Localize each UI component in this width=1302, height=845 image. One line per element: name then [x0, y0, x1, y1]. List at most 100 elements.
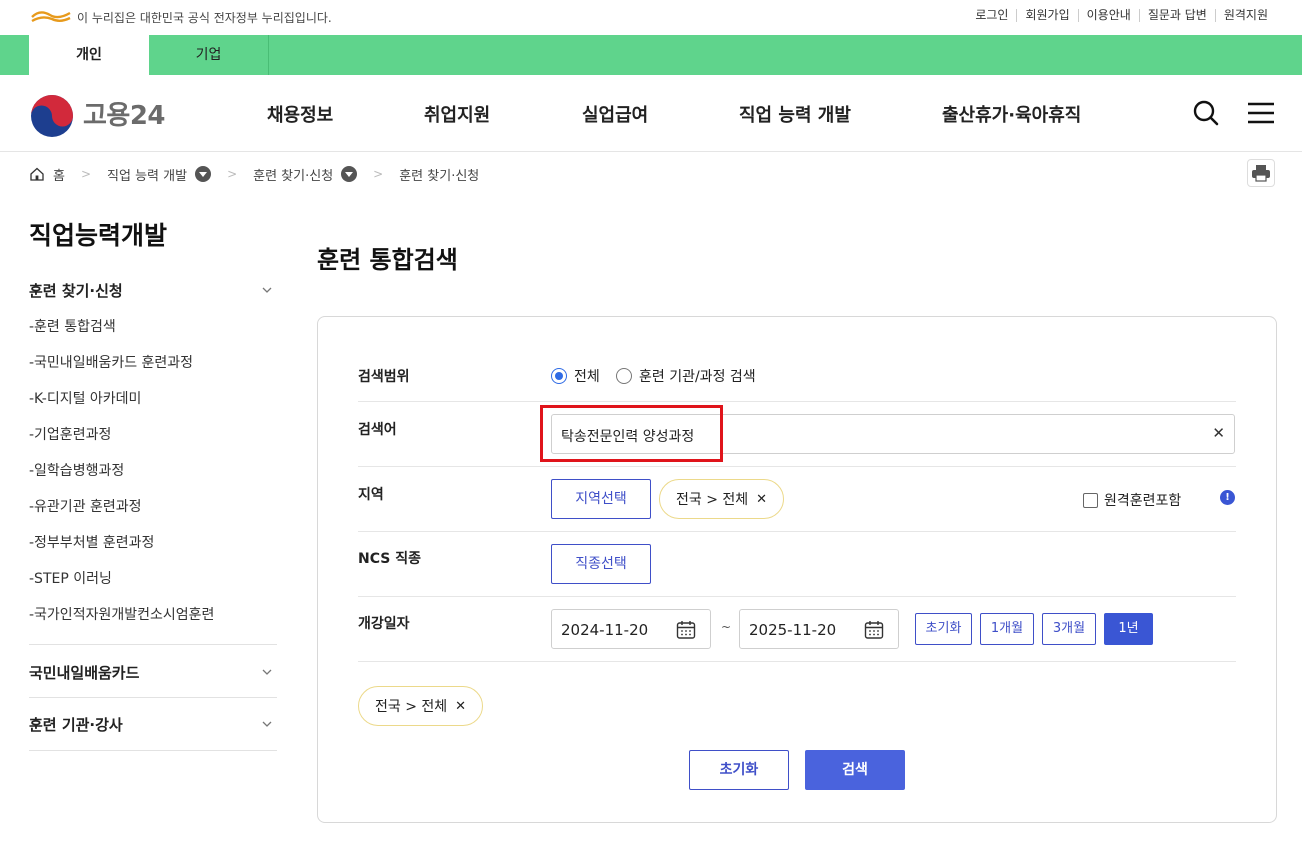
date-range-separator: ~ — [721, 620, 732, 634]
date-from-value: 2024-11-20 — [561, 621, 649, 639]
search-panel — [317, 316, 1277, 823]
highlight-box — [540, 405, 723, 462]
sidebar-item-work-study[interactable]: -일학습병행과정 — [29, 460, 124, 480]
scope-all-label: 전체 — [574, 369, 600, 385]
info-icon[interactable]: ! — [1220, 490, 1235, 505]
breadcrumb-current: 훈련 찾기·신청 — [399, 168, 480, 184]
row-divider — [358, 596, 1236, 597]
search-scope-label: 검색범위 — [358, 369, 410, 385]
nav-jobs[interactable]: 채용정보 — [267, 101, 333, 127]
guide-link[interactable]: 이용안내 — [1077, 9, 1139, 22]
period-1month-button[interactable]: 1개월 — [980, 613, 1034, 645]
nav-vocational-training[interactable]: 직업 능력 개발 — [739, 101, 851, 127]
breadcrumb-separator: > — [80, 167, 92, 181]
signup-link[interactable]: 회원가입 — [1016, 9, 1077, 22]
remote-training-checkbox[interactable]: 원격훈련포함 — [1083, 490, 1181, 510]
sidebar-item-naeil-card-course[interactable]: -국민내일배움카드 훈련과정 — [29, 352, 193, 372]
gov-notice-text: 이 누리집은 대한민국 공식 전자정부 누리집입니다. — [77, 11, 332, 25]
sidebar-item-integrated-search[interactable]: -훈련 통합검색 — [29, 316, 116, 336]
sidebar-item-affiliated-agency[interactable]: -유관기관 훈련과정 — [29, 496, 142, 516]
breadcrumb-level2[interactable]: 훈련 찾기·신청 — [253, 165, 333, 184]
sidebar-divider — [29, 750, 277, 751]
sidebar-item-consortium[interactable]: -국가인적자원개발컨소시엄훈련 — [29, 604, 214, 624]
breadcrumb-level1[interactable]: 직업 능력 개발 — [107, 165, 187, 184]
row-divider — [358, 531, 1236, 532]
chevron-down-icon — [262, 669, 272, 675]
region-select-button[interactable]: 지역선택 — [551, 479, 651, 519]
region-chip-label: 전국 > 전체 — [676, 492, 749, 508]
breadcrumb: 홈 > 직업 능력 개발 > 훈련 찾기·신청 > 훈련 찾기·신청 — [29, 164, 479, 184]
login-link[interactable]: 로그인 — [967, 9, 1016, 22]
sidebar-divider — [29, 644, 277, 645]
sidebar-group-institution-instructor[interactable]: 훈련 기관·강사 — [29, 714, 277, 735]
ncs-label: NCS 직종 — [358, 551, 421, 567]
page-title: 훈련 통합검색 — [317, 246, 458, 274]
breadcrumb-dropdown-icon[interactable] — [341, 166, 358, 182]
clear-keyword-icon[interactable]: ✕ — [1212, 424, 1225, 442]
radio-dot — [616, 368, 632, 384]
start-date-label: 개강일자 — [358, 616, 410, 632]
radio-dot — [551, 368, 567, 384]
remove-chip-icon[interactable]: ✕ — [756, 492, 767, 507]
date-from-input[interactable]: 2024-11-20 — [551, 609, 711, 649]
tab-personal[interactable]: 개인 — [29, 35, 149, 75]
region-chip[interactable]: 전국 > 전체 ✕ — [659, 479, 785, 519]
selected-filter-label: 전국 > 전체 — [375, 699, 448, 715]
period-3month-button[interactable]: 3개월 — [1042, 613, 1096, 645]
selected-filter-chip[interactable]: 전국 > 전체 ✕ — [358, 686, 484, 726]
scope-institution-label: 훈련 기관/과정 검색 — [639, 369, 756, 385]
home-icon[interactable] — [29, 166, 45, 182]
chevron-down-icon — [262, 287, 272, 293]
remote-training-label: 원격훈련포함 — [1104, 493, 1182, 509]
taegeuk-logo-icon[interactable] — [30, 94, 74, 138]
search-icon[interactable] — [1192, 99, 1220, 127]
calendar-icon[interactable] — [676, 620, 696, 640]
nav-parental-leave[interactable]: 출산휴가·육아휴직 — [942, 101, 1081, 127]
ncs-select-button[interactable]: 직종선택 — [551, 544, 651, 584]
sidebar-group-label: 훈련 찾기·신청 — [29, 282, 123, 300]
scope-institution-radio[interactable]: 훈련 기관/과정 검색 — [616, 366, 756, 386]
sidebar-item-corporate-training[interactable]: -기업훈련과정 — [29, 424, 111, 444]
row-divider — [358, 466, 1236, 467]
date-to-value: 2025-11-20 — [749, 621, 837, 639]
menu-icon[interactable] — [1247, 99, 1275, 127]
reset-button[interactable]: 초기화 — [689, 750, 789, 790]
tab-business[interactable]: 기업 — [149, 35, 269, 75]
keyword-label: 검색어 — [358, 422, 397, 438]
egov-logo-icon — [31, 11, 71, 23]
remote-support-link[interactable]: 원격지원 — [1214, 9, 1276, 22]
calendar-icon[interactable] — [864, 620, 884, 640]
search-button[interactable]: 검색 — [805, 750, 905, 790]
sidebar-title: 직업능력개발 — [29, 221, 168, 250]
breadcrumb-dropdown-icon[interactable] — [195, 166, 212, 182]
scope-all-radio[interactable]: 전체 — [551, 366, 600, 386]
faq-link[interactable]: 질문과 답변 — [1138, 9, 1215, 22]
sidebar-group-naeil-card[interactable]: 국민내일배움카드 — [29, 662, 277, 683]
nav-employment-support[interactable]: 취업지원 — [424, 101, 490, 127]
period-reset-button[interactable]: 초기화 — [915, 613, 972, 645]
sidebar-group-label: 국민내일배움카드 — [29, 664, 140, 682]
breadcrumb-home[interactable]: 홈 — [53, 165, 65, 184]
sidebar-item-step-elearning[interactable]: -STEP 이러닝 — [29, 568, 112, 588]
print-button[interactable] — [1247, 159, 1275, 187]
sidebar-divider — [29, 697, 277, 698]
top-utility-bar: 이 누리집은 대한민국 공식 전자정부 누리집입니다. 로그인 회원가입 이용안… — [0, 0, 1302, 35]
breadcrumb-separator: > — [227, 167, 238, 181]
row-divider — [358, 401, 1236, 402]
chevron-down-icon — [262, 721, 272, 727]
utility-links: 로그인 회원가입 이용안내 질문과 답변 원격지원 — [967, 9, 1276, 22]
sidebar-group-training-search[interactable]: 훈련 찾기·신청 — [29, 280, 277, 301]
period-1year-button[interactable]: 1년 — [1104, 613, 1153, 645]
site-logo-text[interactable]: 고용24 — [83, 95, 166, 132]
sidebar-item-government-ministry[interactable]: -정부부처별 훈련과정 — [29, 532, 154, 552]
remove-chip-icon[interactable]: ✕ — [455, 699, 466, 714]
sidebar-group-label: 훈련 기관·강사 — [29, 716, 123, 734]
audience-tab-bar: 개인 기업 — [0, 35, 1302, 75]
main-header: 고용24 채용정보 취업지원 실업급여 직업 능력 개발 출산휴가·육아휴직 — [0, 75, 1302, 152]
breadcrumb-separator: > — [373, 167, 384, 181]
nav-unemployment-benefit[interactable]: 실업급여 — [582, 101, 648, 127]
checkbox-box — [1083, 492, 1098, 508]
date-to-input[interactable]: 2025-11-20 — [739, 609, 899, 649]
sidebar-item-k-digital[interactable]: -K-디지털 아카데미 — [29, 388, 141, 408]
row-divider — [358, 661, 1236, 662]
